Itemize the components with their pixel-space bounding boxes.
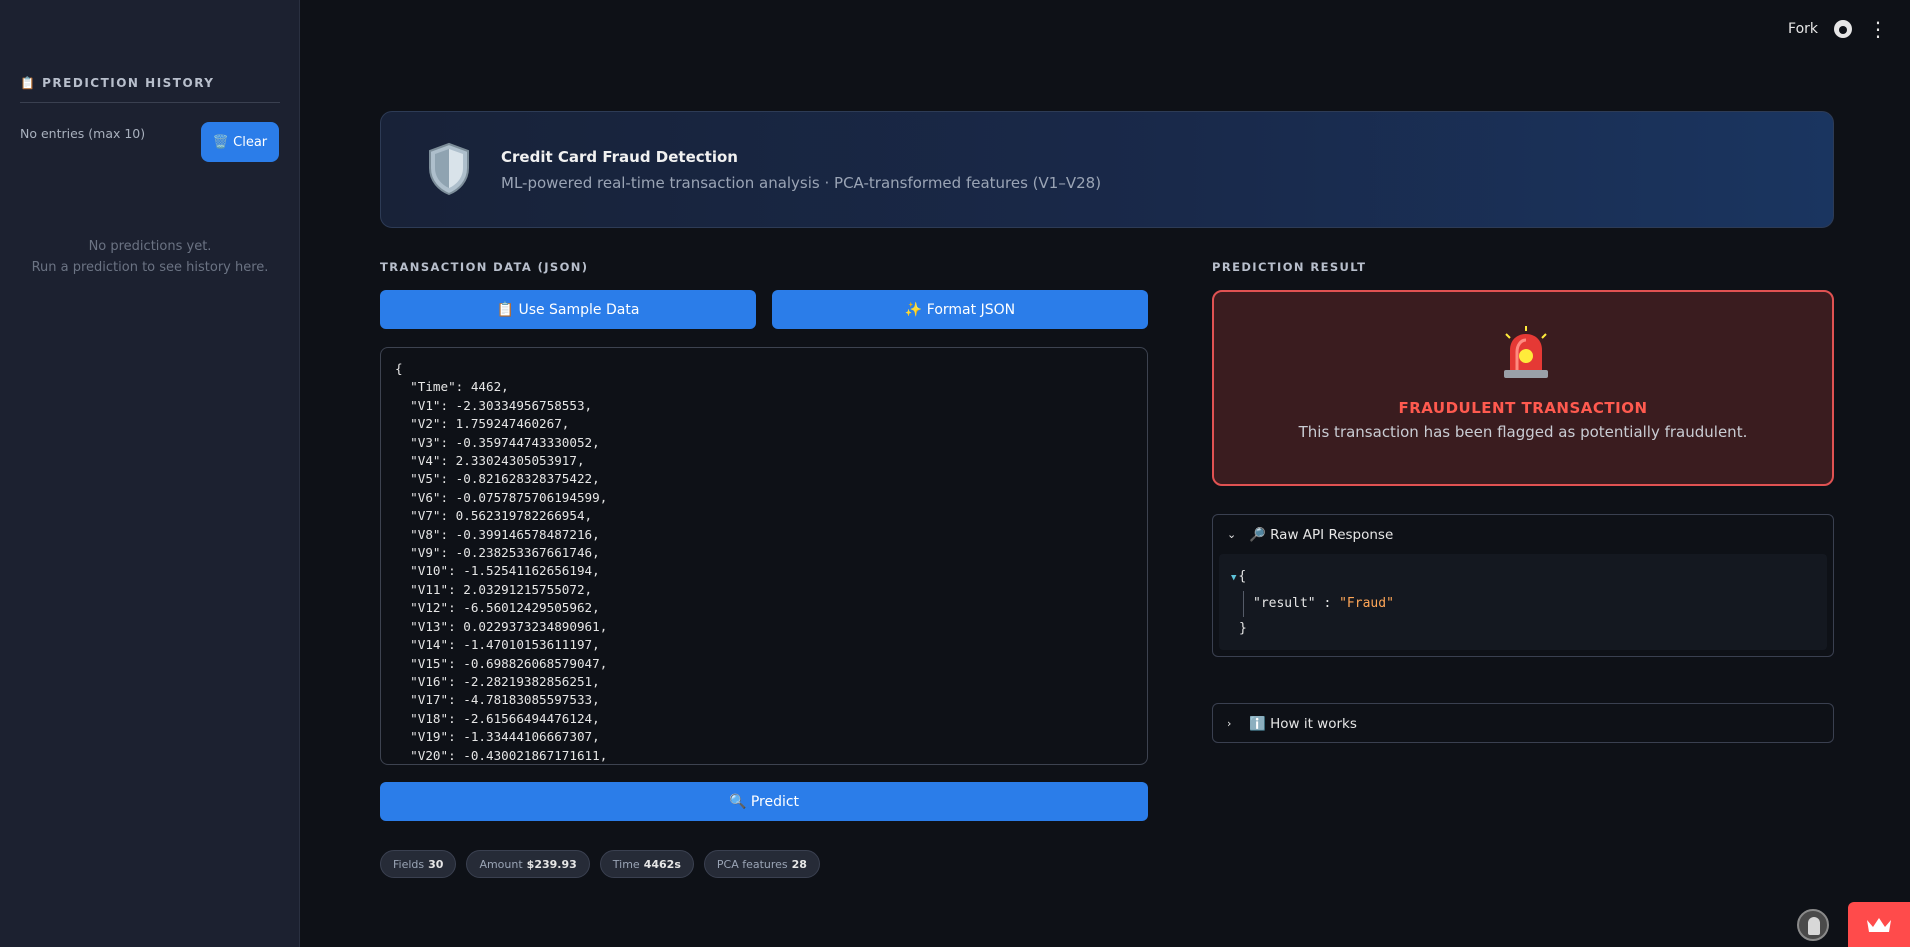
chevron-down-icon: ⌄ (1227, 528, 1237, 541)
json-editor-text[interactable]: { "Time": 4462, "V1": -2.30334956758553,… (395, 360, 1133, 764)
clear-history-button[interactable]: 🗑️ Clear (201, 122, 279, 162)
app-title: Credit Card Fraud Detection (501, 148, 738, 166)
raw-api-response-header[interactable]: ⌄ 🔎 Raw API Response (1213, 515, 1833, 554)
stat-amount: Amount $239.93 (466, 850, 590, 878)
history-count: No entries (max 10) (20, 126, 146, 141)
json-close-brace: } (1239, 621, 1247, 636)
avatar[interactable] (1797, 909, 1829, 941)
transaction-section-label: TRANSACTION DATA (JSON) (380, 260, 589, 274)
result-description: This transaction has been flagged as pot… (1298, 423, 1748, 441)
top-bar: Fork ⋮ (1788, 0, 1910, 58)
format-json-button[interactable]: ✨ Format JSON (772, 290, 1148, 329)
stat-time: Time 4462s (599, 850, 694, 878)
chevron-right-icon: › (1227, 717, 1232, 730)
how-it-works-expander[interactable]: › ℹ️ How it works (1212, 703, 1834, 743)
transaction-json-editor[interactable]: { "Time": 4462, "V1": -2.30334956758553,… (380, 347, 1148, 765)
collapse-triangle-icon[interactable]: ▼ (1231, 573, 1236, 583)
predict-button[interactable]: 🔍 Predict (380, 782, 1148, 821)
stat-fields: Fields 30 (380, 850, 457, 878)
crown-icon (1867, 917, 1891, 932)
json-value-result: "Fraud" (1339, 596, 1394, 611)
json-open-brace: { (1238, 569, 1247, 584)
raw-api-response-expander: ⌄ 🔎 Raw API Response ▼{ "result" : "Frau… (1212, 514, 1834, 657)
shield-icon (429, 142, 469, 196)
stat-pca-features: PCA features 28 (703, 850, 820, 878)
raw-api-response-body: ▼{ "result" : "Fraud" } (1219, 554, 1827, 650)
transaction-stats: Fields 30 Amount $239.93 Time 4462s PCA … (380, 850, 820, 878)
history-empty-state: No predictions yet. Run a prediction to … (0, 236, 300, 278)
fork-link[interactable]: Fork (1788, 21, 1818, 37)
result-section-label: PREDICTION RESULT (1212, 260, 1367, 274)
github-icon[interactable] (1834, 20, 1852, 38)
streamlit-badge[interactable] (1848, 902, 1910, 947)
empty-line-2: Run a prediction to see history here. (31, 260, 269, 275)
empty-line-1: No predictions yet. (88, 239, 212, 254)
json-colon: : (1315, 596, 1340, 611)
sidebar: 📋 PREDICTION HISTORY No entries (max 10)… (0, 0, 300, 947)
how-it-works-header[interactable]: › ℹ️ How it works (1213, 704, 1833, 743)
result-title: FRAUDULENT TRANSACTION (1398, 399, 1648, 417)
sidebar-title: 📋 PREDICTION HISTORY (20, 76, 280, 103)
app-banner: Credit Card Fraud Detection ML-powered r… (380, 111, 1834, 228)
app-subtitle: ML-powered real-time transaction analysi… (501, 174, 1102, 192)
prediction-result-card: FRAUDULENT TRANSACTION This transaction … (1212, 290, 1834, 486)
how-it-works-label: ℹ️ How it works (1249, 715, 1357, 732)
json-indent-guide (1243, 591, 1244, 617)
raw-api-response-label: 🔎 Raw API Response (1249, 526, 1394, 543)
more-menu-icon[interactable]: ⋮ (1868, 19, 1888, 39)
json-key-result: "result" (1253, 596, 1316, 611)
use-sample-data-button[interactable]: 📋 Use Sample Data (380, 290, 756, 329)
siren-icon (1504, 326, 1548, 378)
